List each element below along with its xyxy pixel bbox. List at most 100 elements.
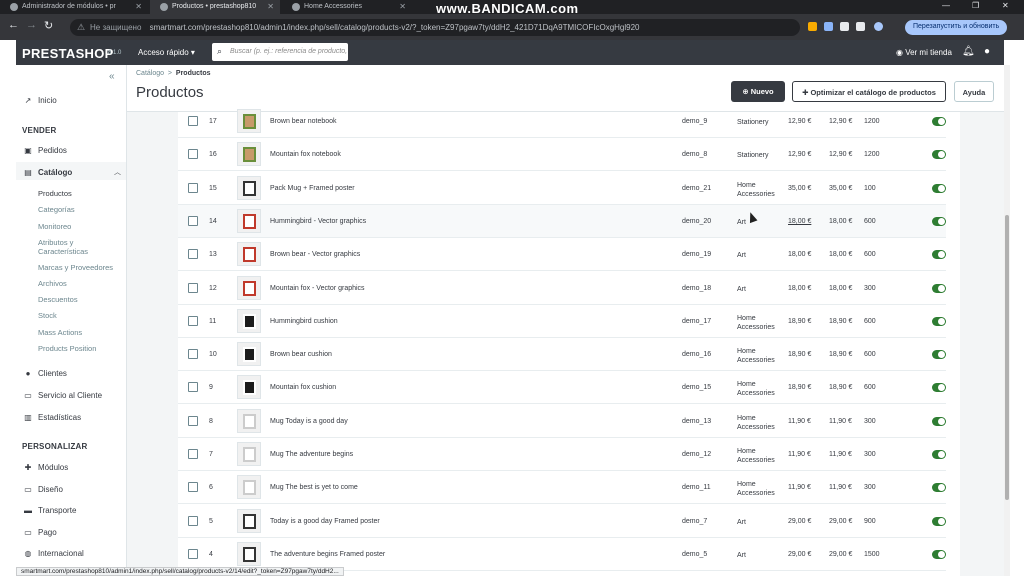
extension-icon[interactable] [808,22,817,31]
price-tax-excluded[interactable]: 18,90 € [788,384,811,391]
row-checkbox[interactable] [188,182,198,193]
price-tax-excluded[interactable]: 18,00 € [788,251,811,258]
scrollbar-thumb[interactable] [1005,215,1009,500]
product-name[interactable]: Mountain fox notebook [270,151,341,158]
product-thumbnail[interactable] [237,541,261,566]
product-thumbnail[interactable] [237,342,261,367]
table-row[interactable]: 14 Hummingbird - Vector graphics demo_20 Ar… [178,204,946,238]
sidebar-subitem-stock[interactable]: Stock [38,311,57,320]
status-toggle[interactable] [932,117,946,126]
product-name[interactable]: Mountain fox cushion [270,384,336,391]
product-thumbnail[interactable] [237,175,261,200]
relaunch-button[interactable]: Перезапустить и обновить [905,20,1008,35]
reload-icon[interactable]: ↻ [44,19,53,32]
browser-tab[interactable]: Home Accessories ✕ [282,0,412,14]
sidebar-subitem-productos[interactable]: Productos [38,189,72,198]
row-checkbox[interactable] [188,449,198,459]
row-checkbox[interactable] [188,249,198,260]
product-name[interactable]: Mug Today is a good day [270,418,348,425]
price-tax-excluded[interactable]: 18,90 € [788,318,811,325]
sidebar-subitem-marcas[interactable]: Marcas y Proveedores [38,263,113,272]
price-tax-excluded[interactable]: 29,00 € [788,551,811,558]
product-thumbnail[interactable] [237,475,261,500]
sidebar-subitem-archivos[interactable]: Archivos [38,279,67,288]
table-row[interactable]: 16 Mountain fox notebook demo_8 Stationery 1… [178,138,946,172]
table-row[interactable]: 5 Today is a good day Framed poster demo_7… [178,505,946,538]
close-icon[interactable]: ✕ [399,2,406,11]
table-row[interactable]: 11 Hummingbird cushion demo_17 Home Accesso… [178,305,946,338]
row-checkbox[interactable] [188,482,198,493]
browser-tab[interactable]: Administrador de módulos • pr ✕ [0,0,148,14]
forward-icon[interactable]: → [26,19,37,31]
sidebar-item-catalogo[interactable]: ▤ Catálogo [22,168,72,177]
row-checkbox[interactable] [188,315,198,326]
close-icon[interactable]: ✕ [267,2,274,11]
back-icon[interactable]: ← [8,19,19,31]
table-row[interactable]: 6 Mug The best is yet to come demo_11 Home … [178,471,946,505]
product-name[interactable]: The adventure begins Framed poster [270,551,385,558]
row-checkbox[interactable] [188,382,198,393]
product-name[interactable]: Mug The best is yet to come [270,484,358,491]
minimize-icon[interactable]: — [942,1,950,10]
sidebar-subitem-descuentos[interactable]: Descuentos [38,295,78,304]
price-tax-excluded[interactable]: 18,90 € [788,351,811,358]
sidebar-subitem-categorias[interactable]: Categorías [38,205,75,214]
row-checkbox[interactable] [188,149,198,160]
help-button[interactable]: Ayuda [954,81,994,102]
browser-tab-active[interactable]: Productos • prestashop810 ✕ [150,0,280,14]
table-row[interactable]: 8 Mug Today is a good day demo_13 Home Acce… [178,405,946,438]
table-row[interactable]: 9 Mountain fox cushion demo_15 Home Accesso… [178,371,946,405]
row-checkbox[interactable] [188,215,198,226]
product-thumbnail[interactable] [237,275,261,300]
sidebar-subitem-monitoreo[interactable]: Monitoreo [38,222,71,231]
row-checkbox[interactable] [188,515,198,526]
price-tax-excluded[interactable]: 18,00 € [788,285,811,292]
status-toggle[interactable] [932,450,946,459]
sidebar-item-clientes[interactable]: ● Clientes [22,369,67,378]
row-checkbox[interactable] [188,415,198,426]
sidebar-item-pedidos[interactable]: ▣ Pedidos [22,146,67,155]
price-tax-excluded[interactable]: 35,00 € [788,185,811,192]
product-thumbnail[interactable] [237,308,261,333]
extension-icon[interactable] [824,22,833,31]
user-account-icon[interactable]: ● [984,46,990,57]
price-tax-excluded[interactable]: 11,90 € [788,484,811,491]
sidebar-subitem-mass-actions[interactable]: Mass Actions [38,328,82,337]
price-tax-excluded[interactable]: 29,00 € [788,518,811,525]
status-toggle[interactable] [932,483,946,493]
product-thumbnail[interactable] [237,508,261,533]
search-input[interactable]: ⌕ Buscar (p. ej.: referencia de producto… [212,43,348,61]
status-toggle[interactable] [932,183,946,193]
breadcrumb-link[interactable]: Catálogo [136,70,164,77]
product-thumbnail[interactable] [237,442,261,466]
status-toggle[interactable] [932,516,946,526]
close-window-icon[interactable]: ✕ [1002,1,1009,10]
product-name[interactable]: Brown bear cushion [270,351,332,358]
table-row[interactable]: 15 Pack Mug + Framed poster demo_21 Home Ac… [178,172,946,205]
status-toggle[interactable] [932,283,946,293]
price-tax-excluded[interactable]: 12,90 € [788,118,811,125]
notifications-bell-icon[interactable]: 🔔︎ [962,46,975,57]
product-name[interactable]: Hummingbird - Vector graphics [270,218,366,225]
chevron-up-icon[interactable]: ︿ [114,167,121,177]
product-name[interactable]: Mug The adventure begins [270,451,353,458]
product-thumbnail[interactable] [237,242,261,267]
status-toggle[interactable] [932,316,946,326]
table-row[interactable]: 17 Brown bear notebook demo_9 Stationery 12,… [178,105,946,138]
product-thumbnail[interactable] [237,109,261,133]
sidebar-subitem-products-position[interactable]: Products Position [38,344,96,353]
sidebar-item-diseno[interactable]: ▭ Diseño [22,485,63,494]
quick-access-menu[interactable]: Acceso rápido ▾ [138,48,195,57]
sidebar-subitem-atributos[interactable]: Atributos y Características [38,238,118,256]
puzzle-icon[interactable] [840,22,849,31]
maximize-icon[interactable]: ❐ [972,1,979,10]
sidebar-item-transporte[interactable]: ▬ Transporte [22,506,76,515]
status-toggle[interactable] [932,216,946,226]
product-name[interactable]: Hummingbird cushion [270,318,338,325]
product-thumbnail[interactable] [237,408,261,433]
status-toggle[interactable] [932,350,946,360]
status-toggle[interactable] [932,250,946,260]
product-thumbnail[interactable] [237,142,261,167]
table-row[interactable]: 12 Mountain fox - Vector graphics demo_18 A… [178,272,946,305]
collapse-sidebar-icon[interactable]: « [109,71,115,82]
